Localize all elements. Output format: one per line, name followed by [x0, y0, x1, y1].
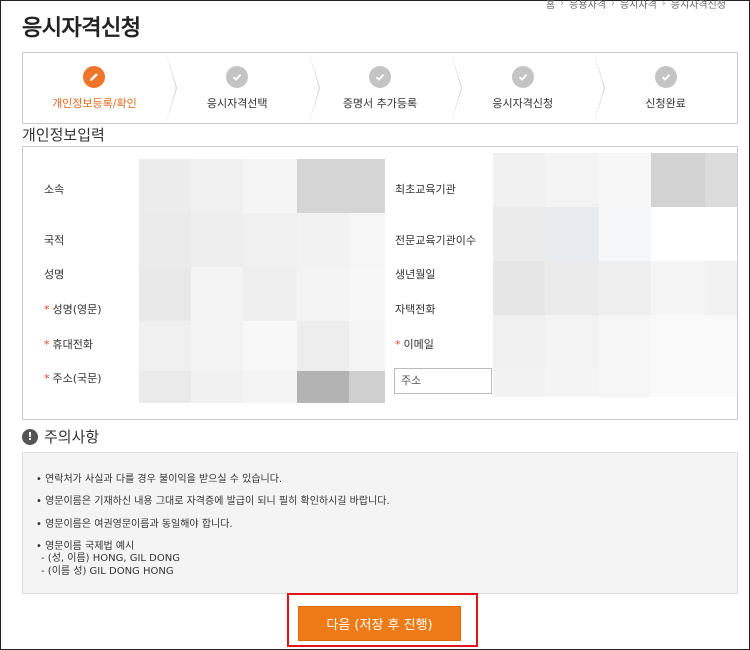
step-label: 개인정보등록/확인	[52, 96, 137, 110]
section-title: 개인정보입력	[22, 126, 105, 144]
check-icon	[226, 65, 249, 88]
notice-example: - (이름 성) GIL DONG HONG	[41, 566, 174, 577]
step-label: 응시자격선택	[206, 96, 268, 110]
chevron-right-icon: ›	[610, 0, 615, 9]
label-name-english: * 성명(영문)	[44, 303, 102, 316]
label-home-phone: 자택전화	[395, 303, 436, 316]
label-email: * 이메일	[395, 338, 434, 351]
label-name: 성명	[44, 268, 65, 281]
notice-item: • 영문이름은 여권영문이름과 동일해야 합니다.	[36, 519, 233, 530]
address-input[interactable]: 주소	[394, 368, 492, 394]
label-mobile: * 휴대전화	[44, 338, 93, 351]
step-complete: 신청완료	[594, 53, 737, 123]
step-label: 증명서 추가등록	[342, 96, 418, 110]
step-personal-info: 개인정보등록/확인	[23, 53, 177, 123]
page-title: 응시자격신청	[22, 16, 141, 41]
chevron-right-icon: ›	[560, 0, 565, 9]
breadcrumb-item[interactable]: 응시자격	[620, 0, 657, 11]
step-certificate-upload: 증명서 추가등록	[308, 53, 463, 123]
progress-stepper: 개인정보등록/확인 응시자격선택 증명서 추가등록 응시자격신청 신청완료	[22, 52, 738, 124]
breadcrumb: 홈 › 응용자격 › 응시자격 › 응시자격신청	[546, 0, 726, 11]
notice-title: ! 주의사항	[22, 426, 99, 447]
step-label: 신청완료	[645, 96, 686, 110]
breadcrumb-item[interactable]: 응용자격	[569, 0, 606, 11]
redacted-values-right	[493, 153, 737, 397]
label-first-institution: 최초교육기관	[395, 183, 456, 196]
label-affiliation: 소속	[44, 183, 65, 196]
notice-item: • 영문이름은 기재하신 내용 그대로 자격증에 발급이 되니 필히 확인하시길…	[36, 496, 390, 507]
notice-item: • 연락처가 사실과 다를 경우 불이익을 받으실 수 있습니다.	[36, 474, 283, 485]
redacted-values-left	[139, 159, 385, 403]
notice-box: • 연락처가 사실과 다를 경우 불이익을 받으실 수 있습니다. • 영문이름…	[22, 452, 738, 594]
breadcrumb-current: 응시자격신청	[670, 0, 726, 11]
label-professional-education: 전문교육기관이수	[395, 234, 476, 247]
breadcrumb-home[interactable]: 홈	[546, 0, 555, 11]
label-nationality: 국적	[44, 234, 65, 247]
exclamation-icon: !	[22, 428, 38, 445]
check-icon	[511, 65, 534, 88]
label-address-korean: * 주소(국문)	[44, 372, 102, 385]
personal-info-form: 소속 국적 성명 * 성명(영문) * 휴대전화 * 주소(국문) 최초교육기관 전문…	[22, 146, 738, 420]
chevron-right-icon: ›	[661, 0, 666, 9]
check-icon	[654, 65, 677, 88]
pencil-icon	[83, 65, 106, 88]
notice-title-text: 주의사항	[44, 428, 100, 446]
label-birthdate: 생년월일	[395, 268, 436, 281]
step-qualification-select: 응시자격선택	[165, 53, 320, 123]
step-label: 응시자격신청	[492, 96, 554, 110]
check-icon	[368, 65, 391, 88]
step-application: 응시자격신청	[451, 53, 606, 123]
next-save-button[interactable]: 다음 (저장 후 진행)	[298, 606, 461, 641]
